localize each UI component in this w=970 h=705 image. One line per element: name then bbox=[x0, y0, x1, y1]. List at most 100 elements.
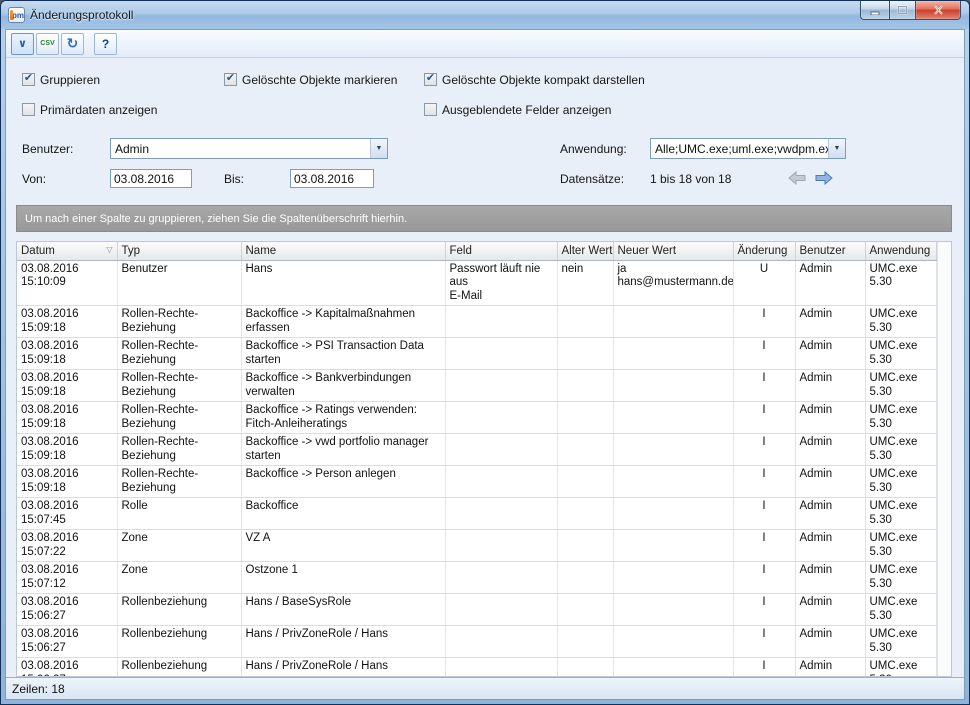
benutzer-label: Benutzer: bbox=[22, 142, 73, 156]
cell-datum: 03.08.2016 15:06:27 bbox=[17, 594, 117, 626]
cell-name: Backoffice -> Person anlegen bbox=[241, 466, 445, 498]
table-row[interactable]: 03.08.2016 15:07:45RolleBackofficeIAdmin… bbox=[17, 498, 937, 530]
cell-benutzer: Admin bbox=[795, 562, 865, 594]
cell-feld: Passwort läuft nie aus E-Mail bbox=[445, 260, 557, 306]
table-header-row: Datum ▽ Typ Name Feld Alter Wert Neuer W… bbox=[17, 242, 937, 260]
table-row[interactable]: 03.08.2016 15:06:27RollenbeziehungHans /… bbox=[17, 658, 937, 678]
table-row[interactable]: 03.08.2016 15:07:22ZoneVZ AIAdminUMC.exe… bbox=[17, 530, 937, 562]
column-header-label: Neuer Wert bbox=[618, 245, 677, 257]
window-title: Änderungsprotokoll bbox=[30, 8, 133, 22]
csv-export-button[interactable]: CSV bbox=[36, 33, 59, 55]
cell-aenderung: I bbox=[733, 402, 795, 434]
cell-anwendung: UMC.exe 5.30 bbox=[865, 370, 937, 402]
collapse-filter-button[interactable]: ∨ bbox=[11, 33, 34, 55]
column-header-feld[interactable]: Feld bbox=[445, 242, 557, 260]
column-header-anwendung[interactable]: Anwendung bbox=[865, 242, 937, 260]
sort-descending-icon: ▽ bbox=[106, 245, 112, 254]
table-row[interactable]: 03.08.2016 15:07:12ZoneOstzone 1IAdminUM… bbox=[17, 562, 937, 594]
cell-name: Backoffice -> Ratings verwenden: Fitch-A… bbox=[241, 402, 445, 434]
cell-alter-wert bbox=[557, 562, 613, 594]
von-date-input[interactable] bbox=[110, 169, 192, 188]
dropdown-button[interactable]: ▼ bbox=[828, 139, 845, 158]
cell-alter-wert bbox=[557, 626, 613, 658]
group-by-drop-zone[interactable]: Um nach einer Spalte zu gruppieren, zieh… bbox=[16, 205, 952, 232]
table-row[interactable]: 03.08.2016 15:09:18Rollen-Rechte-Beziehu… bbox=[17, 466, 937, 498]
table-row[interactable]: 03.08.2016 15:09:18Rollen-Rechte-Beziehu… bbox=[17, 434, 937, 466]
help-icon: ? bbox=[102, 37, 109, 51]
cell-anwendung: UMC.exe 5.30 bbox=[865, 338, 937, 370]
cell-anwendung: UMC.exe 5.30 bbox=[865, 562, 937, 594]
dropdown-button[interactable]: ▼ bbox=[370, 139, 387, 158]
table-row[interactable]: 03.08.2016 15:10:09BenutzerHansPasswort … bbox=[17, 260, 937, 306]
table-row[interactable]: 03.08.2016 15:09:18Rollen-Rechte-Beziehu… bbox=[17, 338, 937, 370]
cell-aenderung: I bbox=[733, 658, 795, 678]
close-button[interactable] bbox=[916, 1, 961, 20]
checkbox-box: ✔ bbox=[224, 73, 237, 86]
checkbox-label: Gelöschte Objekte markieren bbox=[242, 73, 397, 87]
cell-anwendung: UMC.exe 5.30 bbox=[865, 466, 937, 498]
cell-name: Backoffice bbox=[241, 498, 445, 530]
cell-feld bbox=[445, 434, 557, 466]
cell-benutzer: Admin bbox=[795, 594, 865, 626]
cell-alter-wert bbox=[557, 402, 613, 434]
table-row[interactable]: 03.08.2016 15:06:27RollenbeziehungHans /… bbox=[17, 626, 937, 658]
column-header-benutzer[interactable]: Benutzer bbox=[795, 242, 865, 260]
column-header-alter-wert[interactable]: Alter Wert bbox=[557, 242, 613, 260]
table-row[interactable]: 03.08.2016 15:06:27RollenbeziehungHans /… bbox=[17, 594, 937, 626]
cell-anwendung: UMC.exe 5.30 bbox=[865, 594, 937, 626]
column-header-datum[interactable]: Datum ▽ bbox=[17, 242, 117, 260]
cell-neuer-wert bbox=[613, 338, 733, 370]
cell-anwendung: UMC.exe 5.30 bbox=[865, 530, 937, 562]
cell-alter-wert bbox=[557, 306, 613, 338]
cell-aenderung: I bbox=[733, 562, 795, 594]
log-table: Datum ▽ Typ Name Feld Alter Wert Neuer W… bbox=[17, 242, 937, 677]
prev-page-button[interactable] bbox=[788, 170, 808, 185]
table-row[interactable]: 03.08.2016 15:09:18Rollen-Rechte-Beziehu… bbox=[17, 370, 937, 402]
cell-datum: 03.08.2016 15:09:18 bbox=[17, 402, 117, 434]
checkbox-primaerdaten[interactable]: Primärdaten anzeigen bbox=[22, 102, 157, 117]
cell-feld bbox=[445, 338, 557, 370]
benutzer-dropdown[interactable]: Admin ▼ bbox=[110, 138, 388, 159]
column-header-label: Benutzer bbox=[800, 245, 846, 257]
cell-neuer-wert: ja hans@mustermann.de bbox=[613, 260, 733, 306]
arrow-right-icon bbox=[814, 171, 833, 185]
cell-neuer-wert bbox=[613, 434, 733, 466]
column-header-neuer-wert[interactable]: Neuer Wert bbox=[613, 242, 733, 260]
minimize-button[interactable] bbox=[860, 1, 889, 20]
checkbox-gruppieren[interactable]: ✔ Gruppieren bbox=[22, 72, 100, 87]
cell-datum: 03.08.2016 15:09:18 bbox=[17, 370, 117, 402]
column-header-aenderung[interactable]: Änderung bbox=[733, 242, 795, 260]
refresh-button[interactable]: ↻ bbox=[61, 33, 84, 55]
column-header-typ[interactable]: Typ bbox=[117, 242, 241, 260]
checkbox-geloeschte-markieren[interactable]: ✔ Gelöschte Objekte markieren bbox=[224, 72, 397, 87]
cell-typ: Rollen-Rechte-Beziehung bbox=[117, 402, 241, 434]
cell-aenderung: I bbox=[733, 498, 795, 530]
maximize-button[interactable] bbox=[889, 1, 916, 20]
anwendung-dropdown[interactable]: Alle;UMC.exe;uml.exe;vwdpm.exe ▼ bbox=[650, 138, 846, 159]
cell-name: Backoffice -> vwd portfolio manager star… bbox=[241, 434, 445, 466]
bis-date-input[interactable] bbox=[290, 169, 374, 188]
help-button[interactable]: ? bbox=[94, 33, 117, 55]
titlebar[interactable]: pm Änderungsprotokoll bbox=[1, 1, 969, 29]
cell-neuer-wert bbox=[613, 402, 733, 434]
cell-typ: Rollen-Rechte-Beziehung bbox=[117, 370, 241, 402]
next-page-button[interactable] bbox=[814, 170, 834, 185]
column-header-name[interactable]: Name bbox=[241, 242, 445, 260]
cell-alter-wert bbox=[557, 530, 613, 562]
checkbox-ausgeblendete-felder[interactable]: Ausgeblendete Felder anzeigen bbox=[424, 102, 611, 117]
cell-datum: 03.08.2016 15:06:27 bbox=[17, 658, 117, 678]
cell-typ: Rollen-Rechte-Beziehung bbox=[117, 434, 241, 466]
cell-neuer-wert bbox=[613, 530, 733, 562]
checkbox-kompakt-darstellen[interactable]: ✔ Gelöschte Objekte kompakt darstellen bbox=[424, 72, 645, 87]
cell-anwendung: UMC.exe 5.30 bbox=[865, 498, 937, 530]
cell-feld bbox=[445, 658, 557, 678]
chevron-down-icon: ▼ bbox=[834, 145, 841, 152]
app-icon: pm bbox=[8, 7, 25, 23]
vertical-scrollbar[interactable] bbox=[937, 242, 951, 676]
check-icon: ✔ bbox=[24, 73, 33, 84]
table-row[interactable]: 03.08.2016 15:09:18Rollen-Rechte-Beziehu… bbox=[17, 306, 937, 338]
caption-buttons bbox=[860, 1, 961, 20]
checkbox-box bbox=[424, 103, 437, 116]
cell-typ: Rollenbeziehung bbox=[117, 658, 241, 678]
table-row[interactable]: 03.08.2016 15:09:18Rollen-Rechte-Beziehu… bbox=[17, 402, 937, 434]
